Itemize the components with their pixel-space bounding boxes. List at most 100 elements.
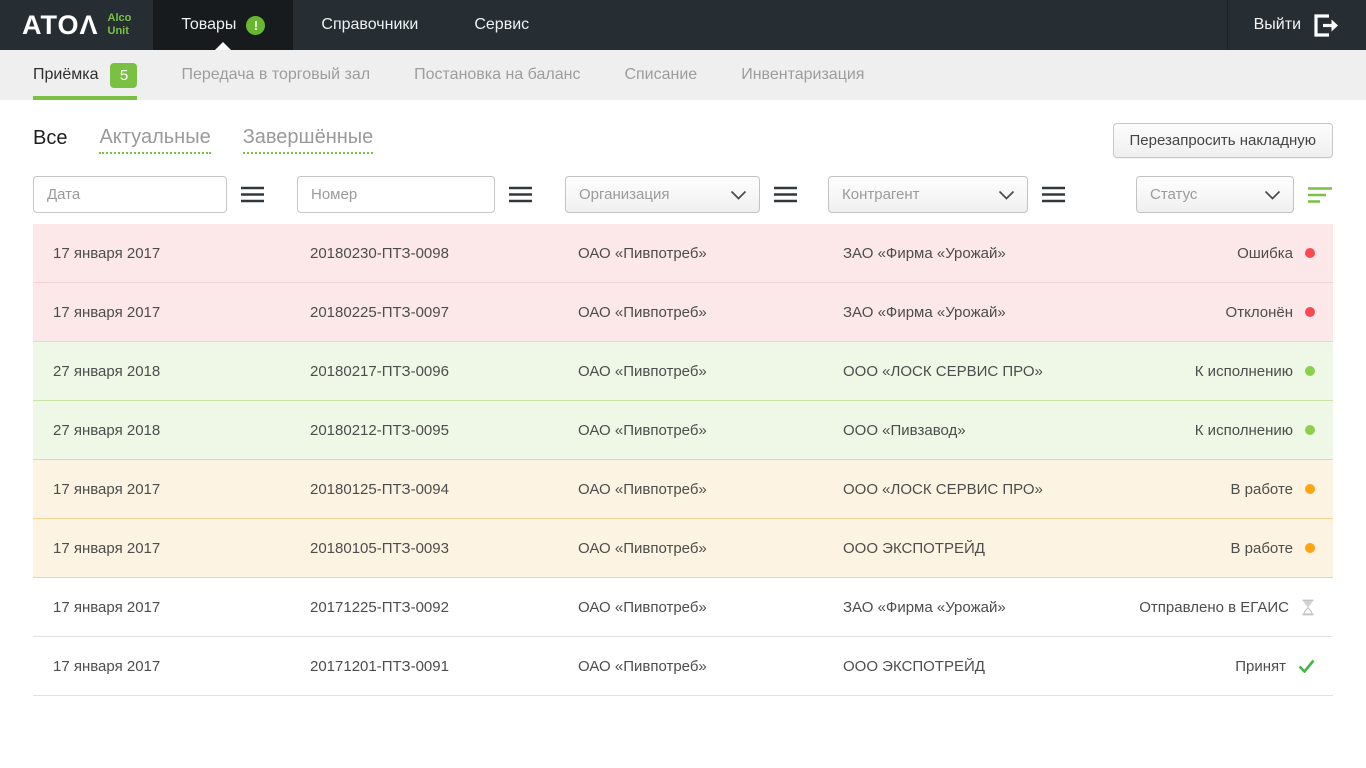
cell-date: 17 января 2017 (53, 304, 310, 321)
check-icon (1298, 659, 1315, 673)
status-label: К исполнению (1195, 422, 1293, 439)
chevron-down-icon (998, 190, 1015, 200)
status-label: Ошибка (1237, 245, 1293, 262)
app-window: ATOΛ Alco Unit Товары ! Справочники Серв… (0, 0, 1366, 768)
active-menu-notch (215, 42, 231, 50)
cell-organization: ОАО «Пивпотреб» (578, 245, 843, 262)
tab-label: Приёмка (33, 66, 98, 84)
status-dot-red-icon (1305, 307, 1315, 317)
filter-controls-row: Организация Контрагент Статус (0, 176, 1366, 213)
status-label: Отправлено в ЕГАИС (1139, 599, 1289, 616)
status-dot-green-icon (1305, 366, 1315, 376)
status-select[interactable]: Статус (1136, 176, 1294, 213)
tab-priemka[interactable]: Приёмка 5 (33, 50, 137, 100)
cell-status: Отправлено в ЕГАИС (1139, 599, 1315, 616)
menu-item-directories[interactable]: Справочники (293, 0, 446, 50)
main-menu: Товары ! Справочники Сервис (153, 0, 557, 50)
contractor-select[interactable]: Контрагент (828, 176, 1028, 213)
exit-icon (1313, 14, 1340, 37)
date-filter-input[interactable] (33, 176, 227, 213)
date-filter-menu-icon[interactable] (241, 186, 264, 203)
cell-number: 20180105-ПТЗ-0093 (310, 540, 578, 557)
status-label: Отклонён (1226, 304, 1293, 321)
cell-status: К исполнению (1195, 422, 1315, 439)
tab-postanovka[interactable]: Постановка на баланс (414, 50, 580, 100)
menu-item-goods[interactable]: Товары ! (153, 0, 293, 50)
cell-date: 17 января 2017 (53, 599, 310, 616)
cell-number: 20171201-ПТЗ-0091 (310, 658, 578, 675)
table-row[interactable]: 17 января 2017 20171225-ПТЗ-0092 ОАО «Пи… (33, 578, 1333, 637)
organization-select[interactable]: Организация (565, 176, 760, 213)
menu-item-label: Справочники (321, 16, 418, 34)
cell-contractor: ЗАО «Фирма «Урожай» (843, 245, 1237, 262)
cell-date: 17 января 2017 (53, 540, 310, 557)
view-link-completed[interactable]: Завершённые (243, 126, 374, 154)
cell-date: 27 января 2018 (53, 422, 310, 439)
chevron-down-icon (1264, 190, 1281, 200)
menu-item-service[interactable]: Сервис (446, 0, 557, 50)
status-select-value: Статус (1150, 186, 1197, 203)
status-dot-orange-icon (1305, 543, 1315, 553)
cell-organization: ОАО «Пивпотреб» (578, 540, 843, 557)
status-label: К исполнению (1195, 363, 1293, 380)
table-row[interactable]: 17 января 2017 20180225-ПТЗ-0097 ОАО «Пи… (33, 283, 1333, 342)
brand-subtext-line2: Unit (108, 25, 132, 38)
brand-text: ATOΛ (22, 12, 99, 39)
tab-label: Инвентаризация (741, 66, 864, 84)
cell-contractor: ЗАО «Фирма «Урожай» (843, 304, 1226, 321)
tab-peredacha[interactable]: Передача в торговый зал (181, 50, 370, 100)
menu-item-label: Сервис (474, 16, 529, 34)
cell-contractor: ООО ЭКСПОТРЕЙД (843, 658, 1235, 675)
invoices-table: 17 января 2017 20180230-ПТЗ-0098 ОАО «Пи… (33, 224, 1333, 696)
logout-button[interactable]: Выйти (1227, 0, 1366, 50)
table-row[interactable]: 17 января 2017 20171201-ПТЗ-0091 ОАО «Пи… (33, 637, 1333, 696)
cell-date: 17 января 2017 (53, 658, 310, 675)
atol-logo: ATOΛ Alco Unit (0, 0, 153, 50)
cell-contractor: ЗАО «Фирма «Урожай» (843, 599, 1139, 616)
count-badge: 5 (110, 63, 137, 88)
cell-organization: ОАО «Пивпотреб» (578, 481, 843, 498)
cell-status: К исполнению (1195, 363, 1315, 380)
cell-number: 20180125-ПТЗ-0094 (310, 481, 578, 498)
table-row[interactable]: 17 января 2017 20180125-ПТЗ-0094 ОАО «Пи… (33, 460, 1333, 519)
contractor-filter-menu-icon[interactable] (1042, 186, 1065, 203)
cell-contractor: ООО «ЛОСК СЕРВИС ПРО» (843, 481, 1230, 498)
table-row[interactable]: 17 января 2017 20180230-ПТЗ-0098 ОАО «Пи… (33, 224, 1333, 283)
rerequest-invoice-button[interactable]: Перезапросить накладную (1113, 123, 1333, 158)
tab-label: Передача в торговый зал (181, 66, 370, 84)
cell-contractor: ООО «Пивзавод» (843, 422, 1195, 439)
status-label: В работе (1230, 540, 1293, 557)
brand-subtext: Alco Unit (108, 12, 132, 37)
cell-status: В работе (1230, 481, 1315, 498)
brand-subtext-line1: Alco (108, 12, 132, 25)
chevron-down-icon (730, 190, 747, 200)
logout-label: Выйти (1254, 16, 1301, 34)
section-tab-bar: Приёмка 5 Передача в торговый зал Постан… (0, 50, 1366, 100)
view-link-all[interactable]: Все (33, 127, 67, 153)
cell-date: 27 января 2018 (53, 363, 310, 380)
cell-number: 20171225-ПТЗ-0092 (310, 599, 578, 616)
status-label: Принят (1235, 658, 1286, 675)
sort-descending-icon[interactable] (1308, 186, 1333, 204)
cell-number: 20180225-ПТЗ-0097 (310, 304, 578, 321)
number-filter-menu-icon[interactable] (509, 186, 532, 203)
tab-spisanie[interactable]: Списание (624, 50, 697, 100)
table-row[interactable]: 27 января 2018 20180217-ПТЗ-0096 ОАО «Пи… (33, 342, 1333, 401)
cell-contractor: ООО «ЛОСК СЕРВИС ПРО» (843, 363, 1195, 380)
cell-organization: ОАО «Пивпотреб» (578, 363, 843, 380)
cell-organization: ОАО «Пивпотреб» (578, 304, 843, 321)
contractor-select-value: Контрагент (842, 186, 920, 203)
cell-number: 20180217-ПТЗ-0096 (310, 363, 578, 380)
number-filter-input[interactable] (297, 176, 495, 213)
main-content: Все Актуальные Завершённые Перезапросить… (0, 100, 1366, 696)
table-row[interactable]: 27 января 2018 20180212-ПТЗ-0095 ОАО «Пи… (33, 401, 1333, 460)
menu-item-label: Товары (181, 16, 236, 34)
table-row[interactable]: 17 января 2017 20180105-ПТЗ-0093 ОАО «Пи… (33, 519, 1333, 578)
status-label: В работе (1230, 481, 1293, 498)
cell-contractor: ООО ЭКСПОТРЕЙД (843, 540, 1230, 557)
organization-filter-menu-icon[interactable] (774, 186, 797, 203)
cell-organization: ОАО «Пивпотреб» (578, 658, 843, 675)
view-link-actual[interactable]: Актуальные (99, 126, 210, 154)
status-dot-red-icon (1305, 248, 1315, 258)
tab-inventarizaciya[interactable]: Инвентаризация (741, 50, 864, 100)
